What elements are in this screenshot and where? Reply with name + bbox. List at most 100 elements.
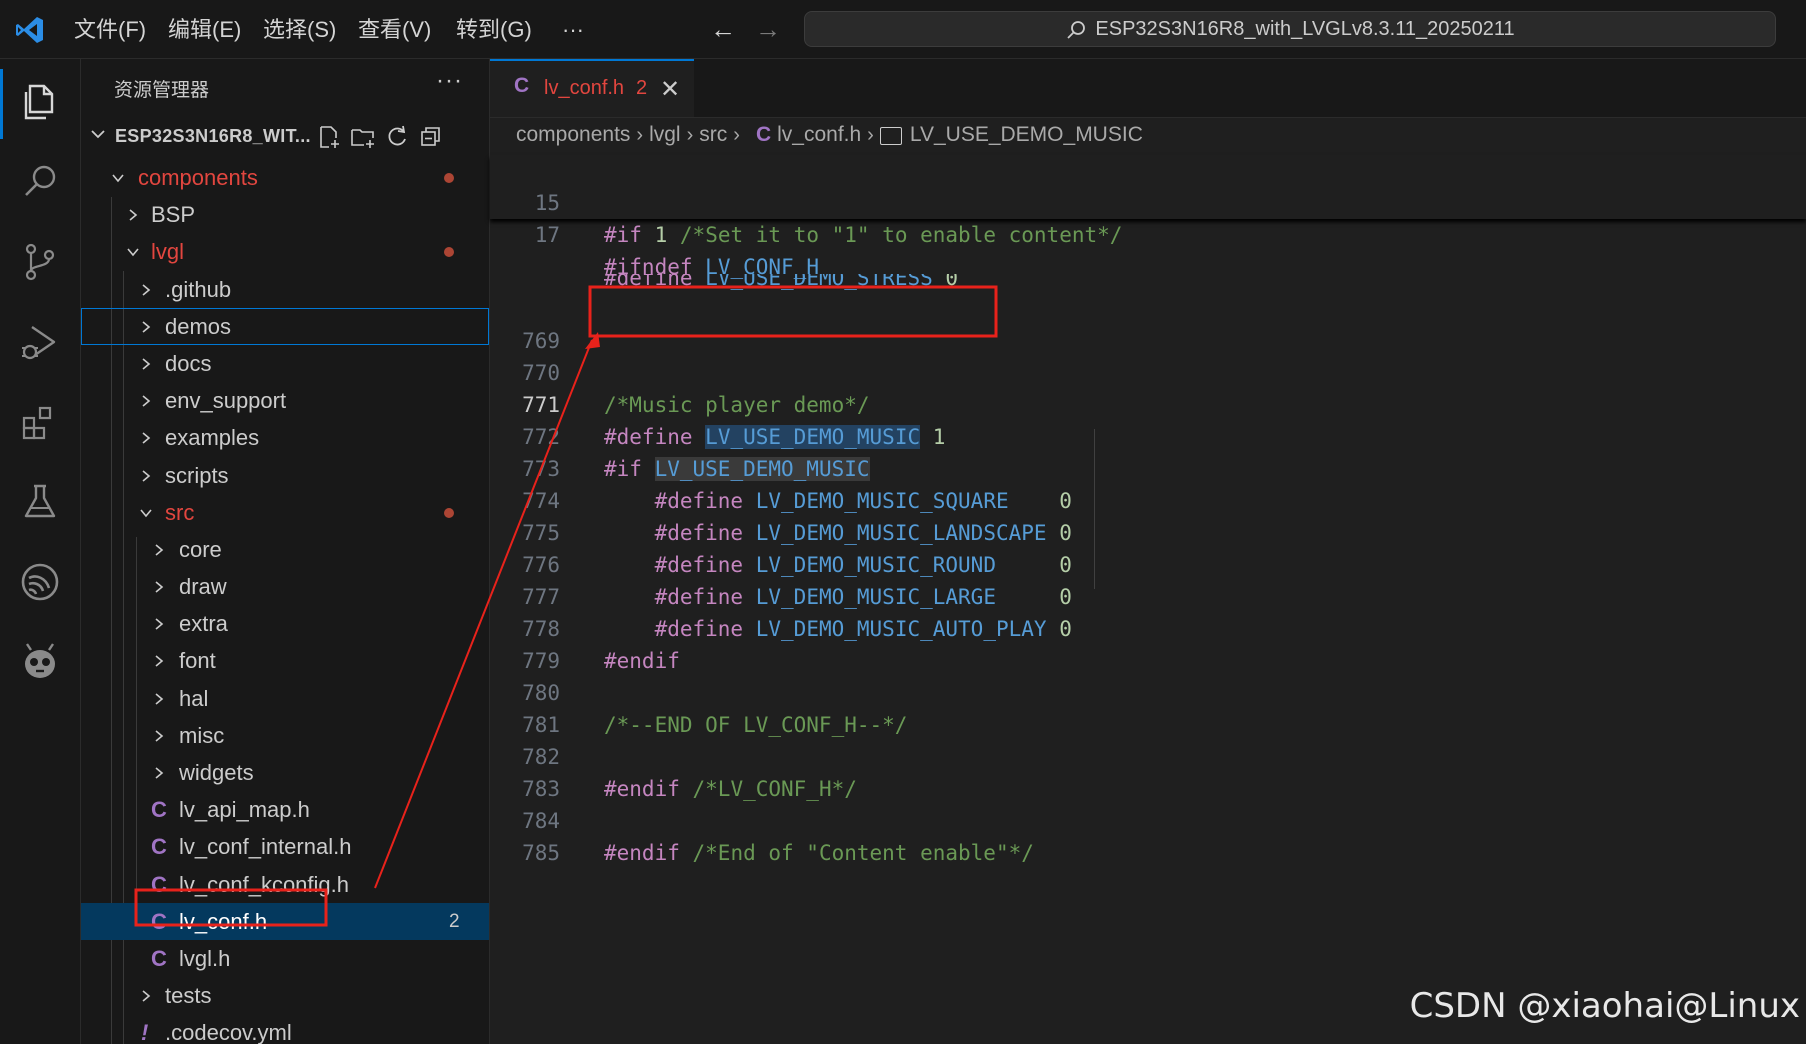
chevron-right-icon [155,581,164,593]
tree-folder-misc[interactable]: misc [81,717,489,754]
code-line[interactable]: 782 #endif /*LV_CONF_H*/ [490,709,857,801]
code-line[interactable]: 781 [490,677,566,737]
testing-icon[interactable] [16,478,64,526]
activity-bar [0,59,81,1044]
sticky-line[interactable]: 17 #ifndef LV_CONF_H [490,187,819,279]
code-line[interactable]: 776 #define LV_DEMO_MUSIC_LARGE 0 [490,517,1072,609]
tree-label: env_support [165,388,287,414]
code-line[interactable]: 777 #define LV_DEMO_MUSIC_AUTO_PLAY 0 [490,549,1072,641]
code-text: #endif /*End of "Content enable"*/ [604,841,1034,865]
chevron-right-icon [142,283,151,296]
tree-label: core [179,536,222,562]
tree-folder-src[interactable]: src [81,494,489,531]
code-text: #define LV_USE_DEMO_MUSIC 1 [604,425,946,449]
workspace-header[interactable]: ESP32S3N16R8_WIT... [81,117,489,157]
yaml-file-icon: ! [141,1020,149,1044]
tree-label: demos [165,313,232,339]
vscode-logo-icon [16,17,43,43]
tree-file-lv-api-map[interactable]: C lv_api_map.h [81,791,489,828]
refresh-icon[interactable] [383,123,411,151]
tree-file-lv-conf-kconfig[interactable]: C lv_conf_kconfig.h [81,866,489,903]
collapse-all-icon[interactable] [417,123,445,151]
run-debug-icon[interactable] [16,318,64,366]
watermark: CSDN @xiaohai@Linux [1409,986,1800,1026]
tree-folder-tests[interactable]: tests [81,977,489,1014]
forward-arrow-icon[interactable]: → [753,14,783,44]
tree-label: lvgl.h [179,945,231,971]
tree-folder-widgets[interactable]: widgets [81,754,489,791]
platformio-icon[interactable] [16,638,64,686]
explorer-icon[interactable] [16,78,64,126]
tree-folder-env-support[interactable]: env_support [81,382,489,419]
code-text: #if 1 /*Set it to "1" to enable content*… [604,223,1123,247]
problem-count-badge: 2 [449,910,460,932]
menu-file[interactable]: 文件(F) [70,14,150,46]
chevron-down-icon [127,248,139,257]
source-control-icon[interactable] [16,238,64,286]
code-text: #define LV_DEMO_MUSIC_LANDSCAPE 0 [654,521,1072,545]
tree-folder-examples[interactable]: examples [81,419,489,456]
menu-go[interactable]: 转到(G) [452,14,536,46]
menu-edit[interactable]: 编辑(E) [164,14,245,46]
tree-label: tests [165,983,212,1009]
code-line[interactable]: 778 #endif [490,581,680,673]
menu-view[interactable]: 查看(V) [354,14,435,46]
code-text: #if LV_USE_DEMO_MUSIC [604,457,870,481]
espressif-icon[interactable] [16,558,64,606]
c-file-icon: C [151,834,167,860]
line-number: 785 [522,841,560,865]
tree-folder-bsp[interactable]: BSP [81,196,489,233]
code-text: /*--END OF LV_CONF_H--*/ [604,713,908,737]
chevron-right-icon [142,432,151,444]
code-line-current[interactable]: 771 #define LV_USE_DEMO_MUSIC 1 [490,357,945,449]
tree-folder-components[interactable]: components [81,159,489,196]
chevron-right-icon [155,655,164,668]
sticky-line[interactable]: 15 #if 1 /*Set it to "1" to enable conte… [490,155,1123,247]
code-line[interactable]: 784 #endif /*End of "Content enable"*/ [490,773,1034,865]
file-tree: components BSP lvgl .github demos docs e… [81,159,489,1044]
code-line[interactable]: 779 [490,613,566,673]
sticky-scroll[interactable]: 15 #if 1 /*Set it to "1" to enable conte… [490,155,1806,279]
more-actions-button[interactable]: ··· [436,67,463,95]
active-view-indicator [0,69,3,139]
tree-file-lv-conf[interactable]: C lv_conf.h 2 [81,902,489,940]
chevron-down-icon [112,174,124,183]
chevron-down-icon[interactable] [89,125,107,143]
tree-folder-hal[interactable]: hal [81,680,489,717]
code-line[interactable]: 774 #define LV_DEMO_MUSIC_LANDSCAPE 0 [490,453,1072,545]
tree-label: examples [165,425,260,451]
code-line[interactable]: 785 [490,805,566,865]
tree-folder-extra[interactable]: extra [81,605,489,642]
tree-folder-font[interactable]: font [81,642,489,679]
code-line[interactable]: 775 #define LV_DEMO_MUSIC_ROUND 0 [490,485,1072,577]
new-file-icon[interactable] [315,123,343,151]
command-center-search[interactable]: ESP32S3N16R8_with_LVGLv8.3.11_20250211 [804,11,1776,47]
code-line[interactable]: 770 /*Music player demo*/ [490,325,869,417]
tree-folder-core[interactable]: core [81,531,489,568]
tree-folder-scripts[interactable]: scripts [81,457,489,494]
tree-folder-demos[interactable]: demos [81,307,489,345]
search-icon[interactable] [16,158,64,206]
tree-file-codecov[interactable]: ! .codecov.yml [81,1014,489,1044]
extensions-icon[interactable] [16,398,64,446]
chevron-right-icon [129,209,138,221]
code-line[interactable]: 780 /*--END OF LV_CONF_H--*/ [490,645,907,737]
menu-selection[interactable]: 选择(S) [259,14,340,46]
tree-folder-docs[interactable]: docs [81,345,489,382]
title-bar: 文件(F) 编辑(E) 选择(S) 查看(V) 转到(G) ··· ← → ES… [0,0,1806,59]
tree-file-lv-conf-internal[interactable]: C lv_conf_internal.h [81,828,489,865]
chevron-right-icon [142,469,151,482]
code-line[interactable]: 772 #if LV_USE_DEMO_MUSIC [490,389,870,481]
chevron-right-icon [155,544,164,556]
code-line[interactable]: 783 [490,741,566,801]
tree-folder-github[interactable]: .github [81,271,489,308]
menu-more[interactable]: ··· [558,14,588,46]
tree-folder-draw[interactable]: draw [81,568,489,605]
back-arrow-icon[interactable]: ← [708,14,738,44]
tree-file-lvgl-h[interactable]: C lvgl.h [81,940,489,977]
tree-label: extra [179,611,228,637]
new-folder-icon[interactable] [349,123,377,151]
code-line[interactable]: 773 #define LV_DEMO_MUSIC_SQUARE 0 [490,421,1072,513]
tree-label: BSP [151,202,196,228]
tree-folder-lvgl[interactable]: lvgl [81,233,489,270]
